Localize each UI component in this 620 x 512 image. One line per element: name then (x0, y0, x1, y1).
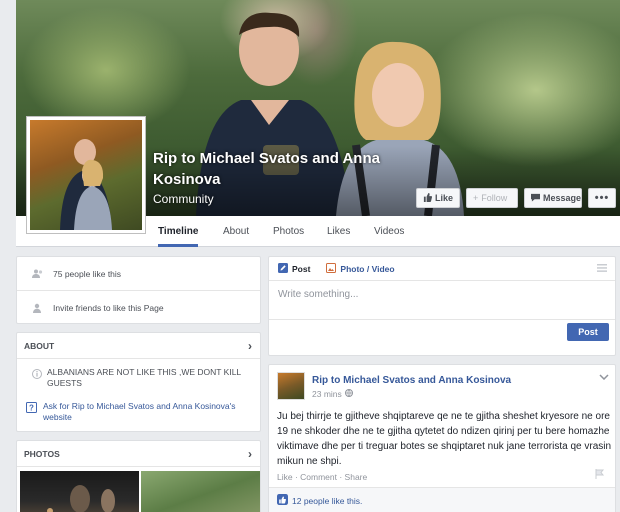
composer-tab-post[interactable]: Post (278, 262, 311, 275)
pencil-icon (278, 262, 288, 275)
post-timestamp[interactable]: 23 mins (312, 389, 353, 399)
more-options-button[interactable]: ••• (588, 188, 616, 208)
person-add-icon (31, 302, 43, 314)
post-likes-bar[interactable]: 12 people like this. (269, 487, 615, 512)
composer-photo-label: Photo / Video (340, 263, 395, 274)
tab-photos[interactable]: Photos (273, 216, 304, 247)
composer-post-label: Post (292, 263, 311, 274)
message-button[interactable]: Message (524, 188, 582, 208)
likes-count-text: 75 people like this (53, 268, 122, 279)
photo-thumbnail[interactable] (141, 471, 260, 512)
post-composer: Post Photo / Video Write something... Po… (268, 256, 616, 356)
post-actions[interactable]: Like · Comment · Share (277, 472, 367, 482)
tab-about[interactable]: About (223, 216, 249, 247)
feed-post: Rip to Michael Svatos and Anna Kosinova … (268, 364, 616, 512)
people-icon (31, 268, 43, 280)
info-icon (31, 368, 43, 380)
page-category[interactable]: Community (153, 192, 214, 206)
post-author-name[interactable]: Rip to Michael Svatos and Anna Kosinova (312, 375, 511, 386)
composer-divider (269, 319, 615, 320)
likes-count-row[interactable]: 75 people like this (17, 257, 260, 291)
invite-friends-text: Invite friends to like this Page (53, 303, 164, 313)
follow-label: Follow (481, 193, 508, 203)
post-button[interactable]: Post (567, 323, 609, 341)
plus-icon: + (473, 193, 479, 203)
follow-button[interactable]: + Follow (466, 188, 518, 208)
photo-thumbnail[interactable] (20, 471, 139, 512)
like-icon (423, 192, 433, 204)
flag-icon[interactable] (595, 469, 605, 482)
like-page-label: Like (435, 193, 454, 203)
page-title[interactable]: Rip to Michael Svatos and Anna Kosinova (153, 148, 413, 190)
composer-input[interactable]: Write something... (278, 289, 358, 300)
about-description-text: ALBANIANS ARE NOT LIKE THIS ,WE DONT KIL… (47, 367, 241, 388)
post-likes-text: 12 people like this. (292, 495, 363, 506)
about-box: ABOUT › ALBANIANS ARE NOT LIKE THIS ,WE … (16, 332, 261, 432)
composer-tab-photo-video[interactable]: Photo / Video (326, 262, 395, 275)
about-description-row: ALBANIANS ARE NOT LIKE THIS ,WE DONT KIL… (17, 367, 260, 389)
tab-likes[interactable]: Likes (327, 216, 350, 247)
post-time-text: 23 mins (312, 389, 342, 399)
tab-timeline[interactable]: Timeline (158, 216, 199, 247)
about-title: ABOUT (24, 340, 55, 351)
photos-title: PHOTOS (24, 448, 60, 459)
website-link[interactable]: Ask for Rip to Michael Svatos and Anna K… (43, 401, 258, 423)
chevron-right-icon: › (248, 446, 252, 461)
globe-icon (344, 389, 353, 399)
post-author-avatar[interactable] (277, 372, 305, 400)
message-icon (531, 193, 540, 204)
chevron-down-icon[interactable] (599, 371, 609, 383)
about-header[interactable]: ABOUT › (17, 333, 260, 359)
like-page-button[interactable]: Like (416, 188, 460, 208)
invite-friends-row[interactable]: Invite friends to like this Page (17, 291, 260, 325)
cover-action-buttons: Like + Follow Message ••• (416, 188, 616, 208)
likes-box: 75 people like this Invite friends to li… (16, 256, 261, 324)
photo-icon (326, 262, 337, 275)
message-label: Message (543, 193, 582, 203)
website-row: ? Ask for Rip to Michael Svatos and Anna… (17, 401, 260, 423)
composer-options-icon[interactable] (597, 263, 607, 275)
tab-videos[interactable]: Videos (374, 216, 404, 247)
svg-text:?: ? (29, 403, 34, 412)
profile-picture[interactable] (26, 116, 146, 234)
photos-box: PHOTOS › (16, 440, 261, 512)
photos-header[interactable]: PHOTOS › (17, 441, 260, 467)
globe-link-icon: ? (25, 401, 37, 413)
post-body: Ju bej thirrje te gjitheve shqiptareve q… (277, 411, 612, 467)
thumbs-up-icon (277, 494, 288, 507)
profile-people-illustration (60, 139, 112, 230)
chevron-right-icon: › (248, 338, 252, 353)
composer-tabs: Post Photo / Video (269, 257, 615, 281)
